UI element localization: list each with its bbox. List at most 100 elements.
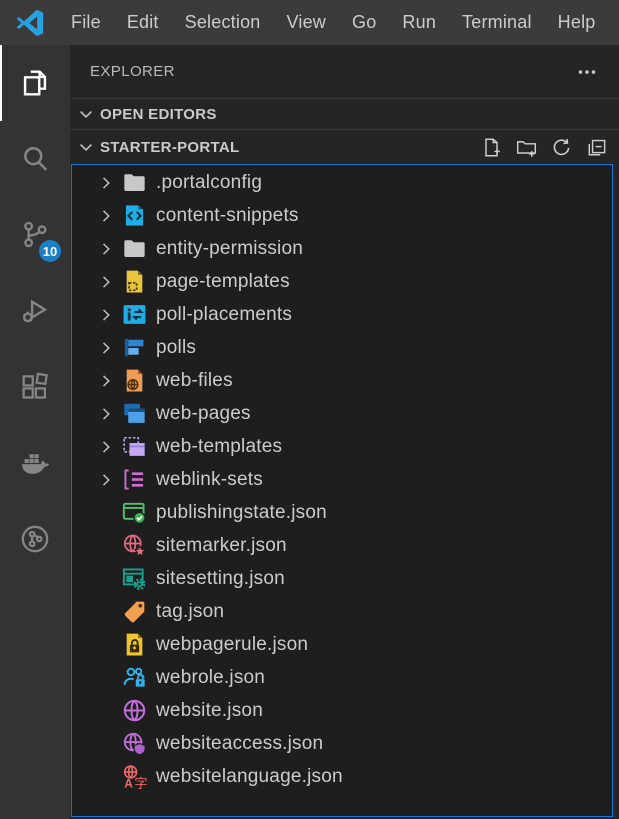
titlebar: FileEditSelectionViewGoRunTerminalHelp	[0, 0, 619, 45]
tree-row-tag-json[interactable]: tag.json	[72, 595, 612, 628]
tree-item-label: sitemarker.json	[156, 535, 287, 557]
tree-row-websitelanguage-json[interactable]: A字websitelanguage.json	[72, 760, 612, 793]
tree-row-page-templates[interactable]: page-templates	[72, 265, 612, 298]
tree-item-label: page-templates	[156, 271, 290, 293]
menu-help[interactable]: Help	[545, 0, 609, 45]
tree-item-label: poll-placements	[156, 304, 292, 326]
file-tree[interactable]: .portalconfig content-snippets entity-perm…	[71, 164, 613, 817]
more-actions-icon[interactable]	[577, 62, 597, 82]
tree-row-entity-permission[interactable]: entity-permission	[72, 232, 612, 265]
tree-row-polls[interactable]: polls	[72, 331, 612, 364]
activity-circle-branch[interactable]	[0, 501, 70, 577]
web-pages-icon	[122, 401, 147, 426]
weblink-set-icon	[122, 467, 147, 492]
twistie-spacer	[96, 535, 122, 557]
collapse-all-icon[interactable]	[586, 137, 607, 158]
chevron-right-icon[interactable]	[96, 370, 122, 392]
activity-source-control[interactable]: 10	[0, 197, 70, 273]
tree-row-sitesetting-json[interactable]: sitesetting.json	[72, 562, 612, 595]
publishing-state-icon	[122, 500, 147, 525]
section-label: STARTER-PORTAL	[100, 139, 239, 156]
chevron-right-icon[interactable]	[96, 436, 122, 458]
section-label: OPEN EDITORS	[100, 106, 217, 123]
section-actions	[481, 137, 607, 158]
chevron-right-icon[interactable]	[96, 205, 122, 227]
page-template-icon	[122, 269, 147, 294]
chevron-right-icon[interactable]	[96, 337, 122, 359]
docker-icon	[18, 446, 52, 480]
tree-row-web-pages[interactable]: web-pages	[72, 397, 612, 430]
explorer-title: EXPLORER	[90, 63, 175, 80]
debug-icon	[18, 294, 52, 328]
menu-file[interactable]: File	[58, 0, 114, 45]
tree-item-label: web-files	[156, 370, 233, 392]
tree-item-label: weblink-sets	[156, 469, 263, 491]
web-role-icon	[122, 665, 147, 690]
menu-view[interactable]: View	[274, 0, 340, 45]
activity-run-debug[interactable]	[0, 273, 70, 349]
site-setting-icon	[122, 566, 147, 591]
explorer-sidebar: EXPLORER OPEN EDITORS STARTER-PORTAL .po…	[70, 45, 619, 819]
site-marker-icon	[122, 533, 147, 558]
section-starter-portal[interactable]: STARTER-PORTAL	[70, 129, 619, 164]
tree-row-sitemarker-json[interactable]: sitemarker.json	[72, 529, 612, 562]
content-snippet-icon	[122, 203, 147, 228]
tree-row-publishingstate-json[interactable]: publishingstate.json	[72, 496, 612, 529]
tree-item-label: sitesetting.json	[156, 568, 285, 590]
tree-row-weblink-sets[interactable]: weblink-sets	[72, 463, 612, 496]
tree-item-label: .portalconfig	[156, 172, 262, 194]
tree-row-webrole-json[interactable]: webrole.json	[72, 661, 612, 694]
tree-item-label: webpagerule.json	[156, 634, 308, 656]
tree-item-label: websitelanguage.json	[156, 766, 343, 788]
explorer-pane-header: EXPLORER	[70, 45, 619, 98]
section-open-editors[interactable]: OPEN EDITORS	[70, 98, 619, 129]
refresh-icon[interactable]	[551, 137, 572, 158]
tree-item-label: entity-permission	[156, 238, 303, 260]
tree-row-website-json[interactable]: website.json	[72, 694, 612, 727]
chevron-right-icon[interactable]	[96, 172, 122, 194]
menu-edit[interactable]: Edit	[114, 0, 172, 45]
twistie-spacer	[96, 634, 122, 656]
activity-search[interactable]	[0, 121, 70, 197]
tree-item-label: polls	[156, 337, 196, 359]
new-folder-icon[interactable]	[516, 137, 537, 158]
activity-explorer[interactable]	[0, 45, 70, 121]
chevron-right-icon[interactable]	[96, 403, 122, 425]
folder-icon	[122, 236, 147, 261]
chevron-right-icon[interactable]	[96, 304, 122, 326]
new-file-icon[interactable]	[481, 137, 502, 158]
activity-extensions[interactable]	[0, 349, 70, 425]
extensions-icon	[18, 370, 52, 404]
chevron-right-icon[interactable]	[96, 469, 122, 491]
tree-row--portalconfig[interactable]: .portalconfig	[72, 166, 612, 199]
twistie-spacer	[96, 667, 122, 689]
menu-terminal[interactable]: Terminal	[449, 0, 545, 45]
website-icon	[122, 698, 147, 723]
circle-branch-icon	[18, 522, 52, 556]
website-access-icon	[122, 731, 147, 756]
menu-go[interactable]: Go	[339, 0, 389, 45]
twistie-spacer	[96, 502, 122, 524]
chevron-right-icon[interactable]	[96, 238, 122, 260]
tree-row-webpagerule-json[interactable]: webpagerule.json	[72, 628, 612, 661]
polls-icon	[122, 335, 147, 360]
menu-selection[interactable]: Selection	[172, 0, 274, 45]
tree-item-label: web-templates	[156, 436, 282, 458]
tree-item-label: web-pages	[156, 403, 251, 425]
vscode-logo-icon	[15, 8, 45, 38]
web-file-icon	[122, 368, 147, 393]
tree-row-websiteaccess-json[interactable]: websiteaccess.json	[72, 727, 612, 760]
chevron-right-icon[interactable]	[96, 271, 122, 293]
tree-item-label: content-snippets	[156, 205, 299, 227]
tree-row-web-templates[interactable]: web-templates	[72, 430, 612, 463]
scm-changes-badge: 10	[39, 240, 61, 262]
tree-row-poll-placements[interactable]: poll-placements	[72, 298, 612, 331]
svg-text:A: A	[124, 776, 133, 789]
tree-item-label: webrole.json	[156, 667, 265, 689]
tree-row-web-files[interactable]: web-files	[72, 364, 612, 397]
tree-item-label: website.json	[156, 700, 263, 722]
web-template-icon	[122, 434, 147, 459]
tree-row-content-snippets[interactable]: content-snippets	[72, 199, 612, 232]
menu-run[interactable]: Run	[389, 0, 449, 45]
activity-docker[interactable]	[0, 425, 70, 501]
